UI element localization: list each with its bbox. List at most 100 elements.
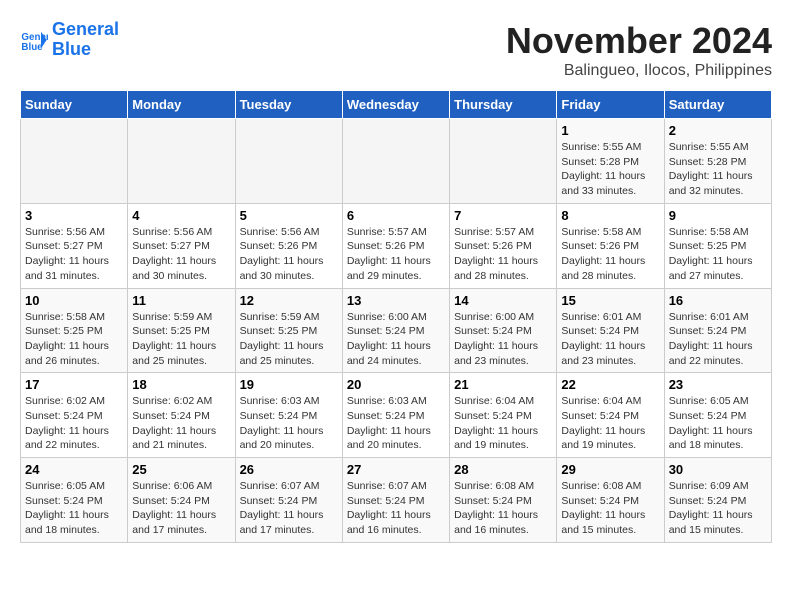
day-number: 24 <box>25 462 123 477</box>
day-info: Sunrise: 6:04 AM Sunset: 5:24 PM Dayligh… <box>561 394 659 453</box>
day-info: Sunrise: 5:56 AM Sunset: 5:27 PM Dayligh… <box>25 225 123 284</box>
day-info: Sunrise: 6:04 AM Sunset: 5:24 PM Dayligh… <box>454 394 552 453</box>
calendar-cell: 16Sunrise: 6:01 AM Sunset: 5:24 PM Dayli… <box>664 288 771 373</box>
day-info: Sunrise: 6:02 AM Sunset: 5:24 PM Dayligh… <box>25 394 123 453</box>
day-info: Sunrise: 5:55 AM Sunset: 5:28 PM Dayligh… <box>669 140 767 199</box>
calendar-cell: 9 Sunrise: 5:58 AM Sunset: 5:25 PM Daylig… <box>664 203 771 288</box>
day-info: Sunrise: 6:00 AM Sunset: 5:24 PM Dayligh… <box>347 310 445 369</box>
day-info: Sunrise: 6:03 AM Sunset: 5:24 PM Dayligh… <box>240 394 338 453</box>
weekday-header: Thursday <box>450 91 557 119</box>
calendar-week-row: 10 Sunrise: 5:58 AM Sunset: 5:25 PM Dayli… <box>21 288 772 373</box>
weekday-header: Wednesday <box>342 91 449 119</box>
day-info: Sunrise: 5:57 AM Sunset: 5:26 PM Dayligh… <box>347 225 445 284</box>
calendar-week-row: 1 Sunrise: 5:55 AM Sunset: 5:28 PM Daylig… <box>21 119 772 204</box>
day-number: 27 <box>347 462 445 477</box>
month-title: November 2024 <box>506 20 772 62</box>
day-info: Sunrise: 6:01 AM Sunset: 5:24 PM Dayligh… <box>561 310 659 369</box>
day-number: 5 <box>240 208 338 223</box>
calendar-cell: 8Sunrise: 5:58 AM Sunset: 5:26 PM Daylig… <box>557 203 664 288</box>
weekday-header: Monday <box>128 91 235 119</box>
day-number: 18 <box>132 377 230 392</box>
logo-icon: General Blue <box>20 26 48 54</box>
calendar-cell: 5 Sunrise: 5:56 AM Sunset: 5:26 PM Daylig… <box>235 203 342 288</box>
calendar-cell: 4 Sunrise: 5:56 AM Sunset: 5:27 PM Daylig… <box>128 203 235 288</box>
day-number: 26 <box>240 462 338 477</box>
calendar-cell: 12 Sunrise: 5:59 AM Sunset: 5:25 PM Dayli… <box>235 288 342 373</box>
day-info: Sunrise: 5:58 AM Sunset: 5:26 PM Dayligh… <box>561 225 659 284</box>
calendar-week-row: 3 Sunrise: 5:56 AM Sunset: 5:27 PM Daylig… <box>21 203 772 288</box>
calendar-cell: 6 Sunrise: 5:57 AM Sunset: 5:26 PM Daylig… <box>342 203 449 288</box>
location-title: Balingueo, Ilocos, Philippines <box>506 62 772 80</box>
calendar-cell: 23 Sunrise: 6:05 AM Sunset: 5:24 PM Dayli… <box>664 373 771 458</box>
calendar-cell <box>128 119 235 204</box>
calendar-cell: 28Sunrise: 6:08 AM Sunset: 5:24 PM Dayli… <box>450 458 557 543</box>
day-number: 20 <box>347 377 445 392</box>
day-number: 7 <box>454 208 552 223</box>
calendar-cell: 17 Sunrise: 6:02 AM Sunset: 5:24 PM Dayli… <box>21 373 128 458</box>
weekday-header: Saturday <box>664 91 771 119</box>
day-number: 30 <box>669 462 767 477</box>
day-info: Sunrise: 5:56 AM Sunset: 5:26 PM Dayligh… <box>240 225 338 284</box>
calendar-cell: 18Sunrise: 6:02 AM Sunset: 5:24 PM Dayli… <box>128 373 235 458</box>
weekday-header: Friday <box>557 91 664 119</box>
calendar-cell: 26 Sunrise: 6:07 AM Sunset: 5:24 PM Dayli… <box>235 458 342 543</box>
day-info: Sunrise: 6:09 AM Sunset: 5:24 PM Dayligh… <box>669 479 767 538</box>
calendar-cell: 30 Sunrise: 6:09 AM Sunset: 5:24 PM Dayli… <box>664 458 771 543</box>
day-number: 17 <box>25 377 123 392</box>
day-number: 11 <box>132 293 230 308</box>
day-info: Sunrise: 5:59 AM Sunset: 5:25 PM Dayligh… <box>240 310 338 369</box>
day-number: 16 <box>669 293 767 308</box>
calendar-cell: 15 Sunrise: 6:01 AM Sunset: 5:24 PM Dayli… <box>557 288 664 373</box>
calendar-cell: 13 Sunrise: 6:00 AM Sunset: 5:24 PM Dayli… <box>342 288 449 373</box>
logo: General Blue GeneralBlue <box>20 20 119 60</box>
calendar-week-row: 17 Sunrise: 6:02 AM Sunset: 5:24 PM Dayli… <box>21 373 772 458</box>
day-info: Sunrise: 5:55 AM Sunset: 5:28 PM Dayligh… <box>561 140 659 199</box>
day-number: 19 <box>240 377 338 392</box>
day-number: 3 <box>25 208 123 223</box>
page-header: General Blue GeneralBlue November 2024 B… <box>20 20 772 80</box>
logo-text: GeneralBlue <box>52 20 119 60</box>
day-info: Sunrise: 5:58 AM Sunset: 5:25 PM Dayligh… <box>25 310 123 369</box>
calendar-cell: 14Sunrise: 6:00 AM Sunset: 5:24 PM Dayli… <box>450 288 557 373</box>
day-number: 22 <box>561 377 659 392</box>
calendar-cell: 3 Sunrise: 5:56 AM Sunset: 5:27 PM Daylig… <box>21 203 128 288</box>
calendar-cell: 24 Sunrise: 6:05 AM Sunset: 5:24 PM Dayli… <box>21 458 128 543</box>
day-number: 15 <box>561 293 659 308</box>
day-info: Sunrise: 6:08 AM Sunset: 5:24 PM Dayligh… <box>454 479 552 538</box>
day-number: 9 <box>669 208 767 223</box>
day-number: 12 <box>240 293 338 308</box>
day-number: 1 <box>561 123 659 138</box>
weekday-header: Sunday <box>21 91 128 119</box>
calendar-cell: 25Sunrise: 6:06 AM Sunset: 5:24 PM Dayli… <box>128 458 235 543</box>
calendar-cell: 19 Sunrise: 6:03 AM Sunset: 5:24 PM Dayli… <box>235 373 342 458</box>
day-info: Sunrise: 5:56 AM Sunset: 5:27 PM Dayligh… <box>132 225 230 284</box>
day-number: 2 <box>669 123 767 138</box>
calendar-cell <box>235 119 342 204</box>
calendar-cell: 22 Sunrise: 6:04 AM Sunset: 5:24 PM Dayli… <box>557 373 664 458</box>
day-info: Sunrise: 5:58 AM Sunset: 5:25 PM Dayligh… <box>669 225 767 284</box>
day-number: 4 <box>132 208 230 223</box>
calendar-table: SundayMondayTuesdayWednesdayThursdayFrid… <box>20 90 772 543</box>
calendar-cell: 10 Sunrise: 5:58 AM Sunset: 5:25 PM Dayli… <box>21 288 128 373</box>
day-info: Sunrise: 6:07 AM Sunset: 5:24 PM Dayligh… <box>347 479 445 538</box>
calendar-cell: 21 Sunrise: 6:04 AM Sunset: 5:24 PM Dayli… <box>450 373 557 458</box>
day-info: Sunrise: 5:57 AM Sunset: 5:26 PM Dayligh… <box>454 225 552 284</box>
day-number: 21 <box>454 377 552 392</box>
day-info: Sunrise: 6:05 AM Sunset: 5:24 PM Dayligh… <box>669 394 767 453</box>
calendar-cell: 20Sunrise: 6:03 AM Sunset: 5:24 PM Dayli… <box>342 373 449 458</box>
weekday-header-row: SundayMondayTuesdayWednesdayThursdayFrid… <box>21 91 772 119</box>
day-number: 23 <box>669 377 767 392</box>
calendar-cell: 7 Sunrise: 5:57 AM Sunset: 5:26 PM Daylig… <box>450 203 557 288</box>
svg-text:Blue: Blue <box>21 42 43 53</box>
calendar-cell: 1 Sunrise: 5:55 AM Sunset: 5:28 PM Daylig… <box>557 119 664 204</box>
day-number: 29 <box>561 462 659 477</box>
day-number: 10 <box>25 293 123 308</box>
day-info: Sunrise: 6:07 AM Sunset: 5:24 PM Dayligh… <box>240 479 338 538</box>
day-info: Sunrise: 6:05 AM Sunset: 5:24 PM Dayligh… <box>25 479 123 538</box>
weekday-header: Tuesday <box>235 91 342 119</box>
calendar-cell: 29Sunrise: 6:08 AM Sunset: 5:24 PM Dayli… <box>557 458 664 543</box>
day-number: 6 <box>347 208 445 223</box>
day-number: 14 <box>454 293 552 308</box>
calendar-week-row: 24 Sunrise: 6:05 AM Sunset: 5:24 PM Dayli… <box>21 458 772 543</box>
day-number: 13 <box>347 293 445 308</box>
